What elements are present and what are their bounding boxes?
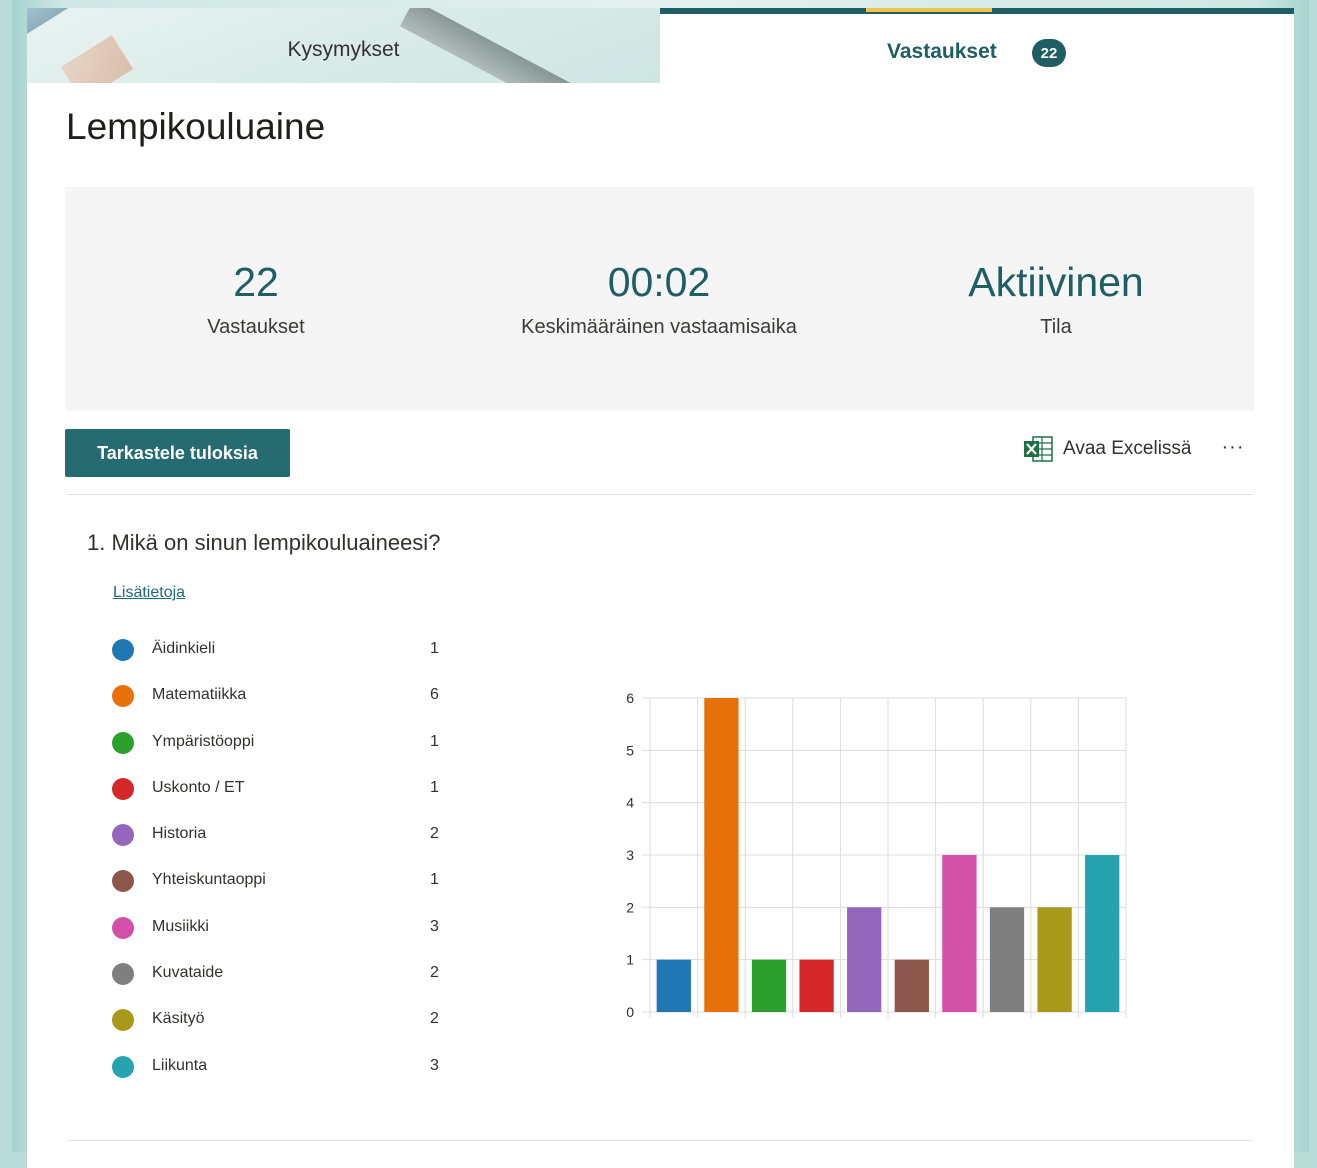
y-tick-label: 4 bbox=[626, 795, 634, 811]
bar-4 bbox=[847, 907, 882, 1012]
chart-legend: Äidinkieli 1 Matematiikka 6 Ympäristöoppi 1 Us… bbox=[112, 635, 452, 1098]
legend-color-dot bbox=[112, 639, 134, 661]
bar-9 bbox=[1085, 855, 1120, 1012]
legend-label: Äidinkieli bbox=[152, 640, 216, 657]
legend-item: Käsityö 2 bbox=[112, 1005, 452, 1051]
responses-count-badge: 22 bbox=[1032, 39, 1066, 67]
y-tick-label: 6 bbox=[626, 690, 634, 706]
legend-item: Kuvataide 2 bbox=[112, 959, 452, 1005]
legend-color-dot bbox=[112, 685, 134, 708]
legend-count: 3 bbox=[430, 917, 439, 935]
legend-count: 2 bbox=[430, 964, 439, 982]
legend-label: Matematiikka bbox=[152, 686, 247, 704]
y-tick-label: 1 bbox=[626, 952, 634, 968]
stat-responses-label: Vastaukset bbox=[207, 316, 305, 338]
legend-count: 1 bbox=[430, 778, 439, 796]
more-options-icon[interactable]: ··· bbox=[1220, 436, 1246, 459]
legend-count: 2 bbox=[430, 825, 439, 843]
divider-bottom bbox=[67, 1140, 1253, 1141]
legend-label: Kuvataide bbox=[152, 964, 224, 982]
y-tick-label: 0 bbox=[626, 1004, 634, 1020]
y-tick-label: 3 bbox=[626, 847, 634, 863]
tab-accent-bar bbox=[866, 8, 992, 12]
legend-item: Ympäristöoppi 1 bbox=[112, 728, 452, 774]
legend-item: Liikunta 3 bbox=[112, 1052, 452, 1098]
bar-7 bbox=[989, 907, 1025, 1012]
question-title: 1. Mikä on sinun lempikouluaineesi? bbox=[87, 530, 441, 555]
stat-average-time-value: 00:02 bbox=[607, 259, 711, 305]
tab-questions-label: Kysymykset bbox=[287, 38, 400, 61]
stat-status: Aktiivinen Tila bbox=[856, 259, 1256, 339]
tab-responses[interactable]: Vastaukset 22 bbox=[660, 8, 1294, 83]
form-panel: Kysymykset Vastaukset 22 Lempikouluaine … bbox=[27, 8, 1294, 1168]
legend-item: Historia 2 bbox=[112, 820, 452, 866]
legend-color-dot bbox=[112, 731, 134, 754]
stat-status-label: Tila bbox=[1040, 316, 1072, 338]
legend-color-dot bbox=[112, 1055, 134, 1078]
more-details-link[interactable]: Lisätietoja bbox=[113, 584, 185, 602]
y-tick-label: 2 bbox=[626, 899, 634, 915]
legend-item: Äidinkieli 1 bbox=[112, 635, 452, 681]
legend-label: Käsityö bbox=[152, 1010, 205, 1028]
legend-item: Matematiikka 6 bbox=[112, 681, 452, 727]
bar-2 bbox=[751, 959, 787, 1012]
bar-chart: 0 1 2 3 4 5 6 bbox=[626, 690, 1127, 1020]
legend-count: 6 bbox=[430, 686, 439, 704]
stat-average-time: 00:02 Keskimääräinen vastaamisaika bbox=[459, 259, 859, 339]
y-tick-label: 5 bbox=[626, 742, 634, 758]
tab-questions[interactable]: Kysymykset bbox=[27, 8, 660, 83]
legend-count: 1 bbox=[430, 871, 439, 889]
open-in-excel-button[interactable]: Avaa Excelissä bbox=[1023, 436, 1192, 462]
legend-label: Ympäristöoppi bbox=[152, 732, 255, 750]
legend-label: Historia bbox=[152, 825, 207, 843]
legend-color-dot bbox=[112, 963, 134, 986]
legend-count: 3 bbox=[430, 1056, 439, 1074]
header-pencil-decoration bbox=[27, 8, 218, 43]
legend-count: 2 bbox=[430, 1010, 439, 1028]
legend-count: 1 bbox=[430, 640, 439, 657]
legend-label: Musiikki bbox=[152, 917, 209, 935]
divider-top bbox=[67, 494, 1253, 495]
bar-3 bbox=[799, 959, 834, 1012]
legend-color-dot bbox=[112, 777, 134, 800]
legend-item: Musiikki 3 bbox=[112, 913, 452, 959]
tab-responses-label: Vastaukset bbox=[887, 40, 997, 63]
bar-0 bbox=[656, 959, 691, 1012]
legend-label: Uskonto / ET bbox=[152, 778, 245, 796]
legend-color-dot bbox=[112, 824, 134, 847]
summary-panel: 22 Vastaukset 00:02 Keskimääräinen vasta… bbox=[65, 187, 1254, 411]
legend-label: Yhteiskuntaoppi bbox=[152, 871, 266, 889]
stat-responses-value: 22 bbox=[233, 259, 279, 305]
stat-responses: 22 Vastaukset bbox=[56, 259, 456, 339]
form-title: Lempikouluaine bbox=[66, 106, 326, 147]
bar-1 bbox=[704, 698, 739, 1012]
legend-item: Uskonto / ET 1 bbox=[112, 774, 452, 820]
legend-color-dot bbox=[112, 1009, 134, 1032]
legend-color-dot bbox=[112, 870, 134, 893]
legend-item: Yhteiskuntaoppi 1 bbox=[112, 866, 452, 912]
open-in-excel-label: Avaa Excelissä bbox=[1063, 438, 1192, 459]
bar-6 bbox=[942, 855, 977, 1012]
bar-8 bbox=[1037, 907, 1072, 1012]
stat-status-value: Aktiivinen bbox=[968, 259, 1144, 305]
legend-label: Liikunta bbox=[152, 1056, 208, 1074]
legend-count: 1 bbox=[430, 732, 439, 750]
legend-color-dot bbox=[112, 916, 134, 939]
view-results-button[interactable]: Tarkastele tuloksia bbox=[65, 429, 290, 477]
stat-average-time-label: Keskimääräinen vastaamisaika bbox=[521, 316, 797, 338]
bar-5 bbox=[894, 959, 929, 1012]
excel-icon bbox=[1024, 436, 1053, 462]
